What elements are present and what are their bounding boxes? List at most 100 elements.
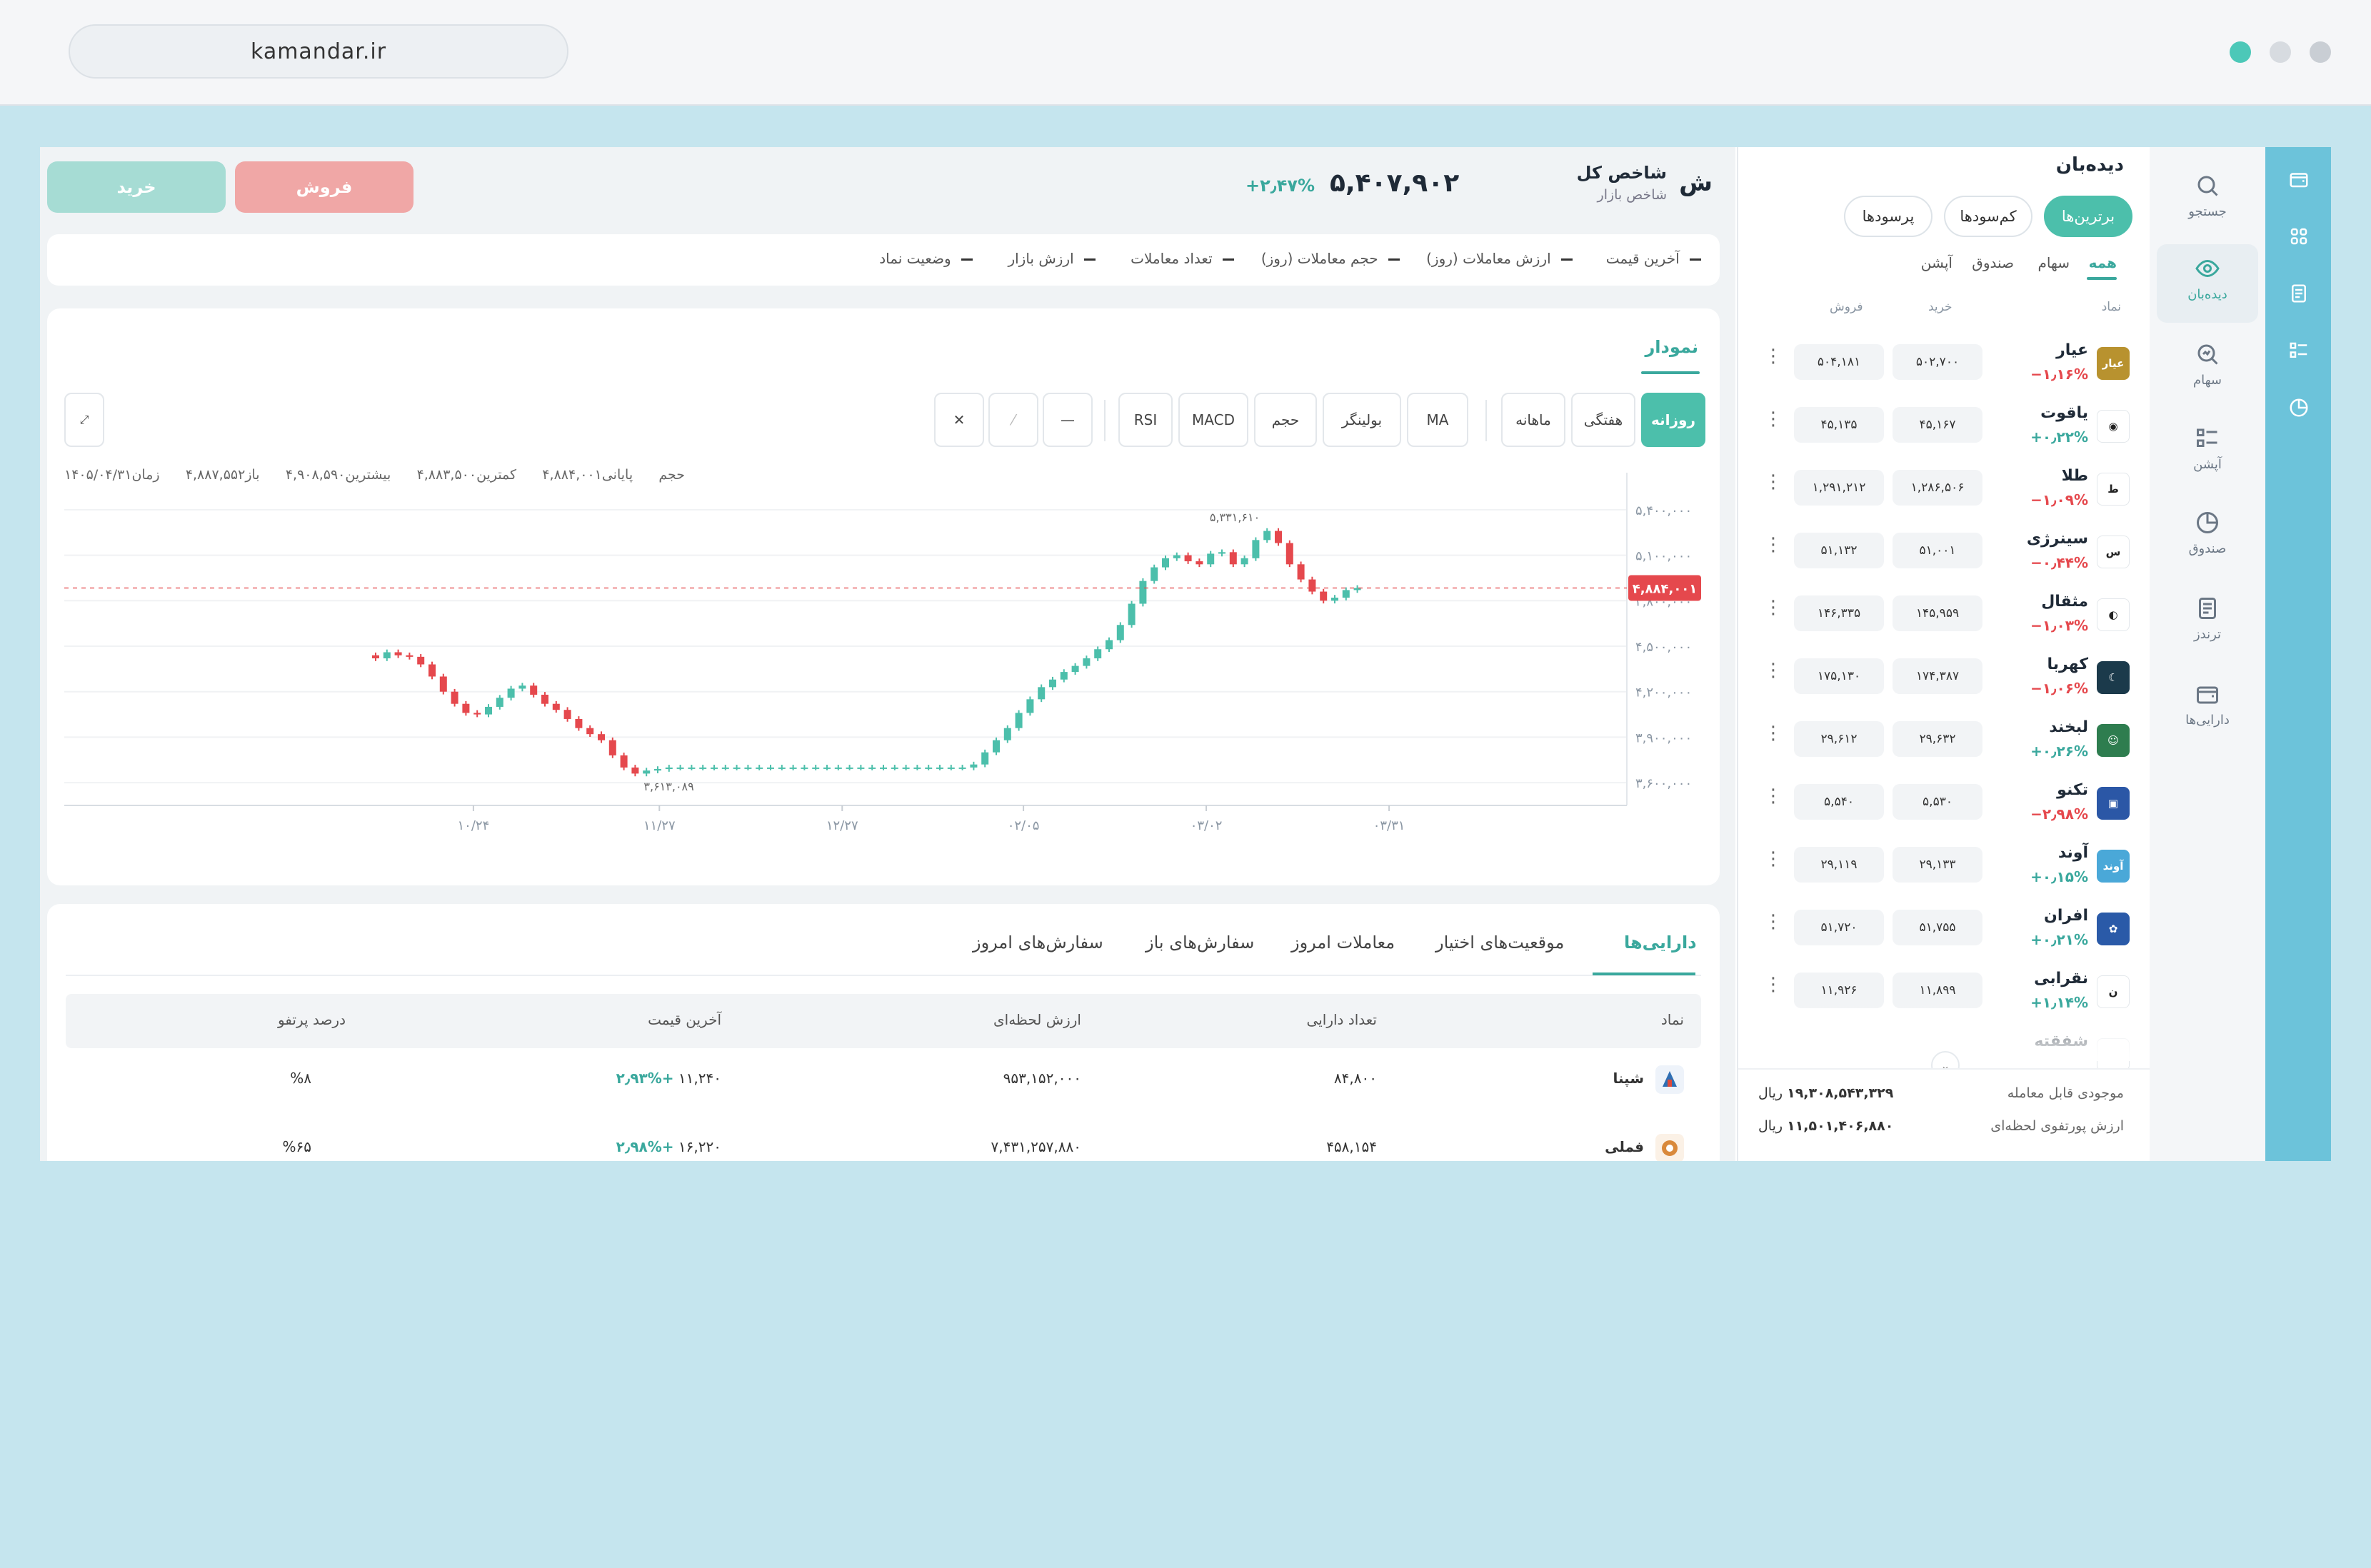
- symbol-subtitle: شاخص بازار: [1597, 187, 1667, 203]
- pill-top[interactable]: برترین‌ها: [2044, 196, 2132, 237]
- sell-price[interactable]: ۲۹,۶۱۲: [1794, 721, 1884, 757]
- more-vertical-icon[interactable]: ⋮: [1764, 661, 1783, 680]
- sell-price[interactable]: ۱۱,۹۲۶: [1794, 973, 1884, 1008]
- subtab-funds[interactable]: صندوق: [1972, 254, 2014, 271]
- grid-icon[interactable]: [2288, 226, 2310, 247]
- watchlist-row[interactable]: ✿ افران +۰٫۲۱% ۵۱,۷۵۵ ۵۱,۷۲۰ ⋮: [1738, 897, 2150, 960]
- window-dot-green[interactable]: [2230, 41, 2251, 63]
- sell-price[interactable]: ۲۹,۱۱۹: [1794, 847, 1884, 883]
- nav-label: سهام: [2192, 373, 2222, 388]
- document-icon: [2199, 598, 2216, 619]
- last-price-label: ۴,۸۸۴,۰۰۱: [1633, 581, 1698, 596]
- watch-change: +۰٫۱۵%: [2030, 868, 2088, 885]
- candle-body: [541, 694, 548, 704]
- tab-todays-trades[interactable]: معاملات امروز: [1291, 933, 1395, 953]
- pill-low-profit[interactable]: کم‌سودها: [1944, 196, 2032, 237]
- more-vertical-icon[interactable]: ⋮: [1764, 536, 1783, 554]
- nav-trends[interactable]: ترندز: [2157, 584, 2258, 663]
- checklist-icon[interactable]: [2288, 340, 2310, 361]
- tab-open-orders[interactable]: سفارش‌های باز: [1146, 933, 1254, 953]
- buy-price[interactable]: ۵۱,۰۰۱: [1893, 533, 1982, 568]
- buy-price[interactable]: ۲۹,۱۳۳: [1893, 847, 1982, 883]
- more-vertical-icon[interactable]: ⋮: [1764, 410, 1783, 428]
- subtab-stocks[interactable]: سهام: [2038, 254, 2070, 271]
- more-vertical-icon[interactable]: ⋮: [1764, 975, 1783, 994]
- watchlist-row[interactable]: آوند آوند +۰٫۱۵% ۲۹,۱۳۳ ۲۹,۱۱۹ ⋮: [1738, 834, 2150, 897]
- nav-search[interactable]: جستجو: [2157, 161, 2258, 240]
- sell-price[interactable]: ۵,۵۴۰: [1794, 784, 1884, 820]
- table-row[interactable]: فملی ۴۵۸,۱۵۴ ۷,۴۳۱,۲۵۷,۸۸۰ ۱۶,۲۲۰ +۲٫۹۸%…: [66, 1117, 1701, 1161]
- window-dot-gray[interactable]: [2270, 41, 2291, 63]
- candle-body: [1331, 598, 1338, 601]
- nav-options[interactable]: آپشن: [2157, 414, 2258, 493]
- sell-price[interactable]: ۱۷۵,۱۳۰: [1794, 658, 1884, 694]
- watch-symbol-name: آوند: [2057, 844, 2088, 862]
- buy-price[interactable]: ۵۱,۷۵۵: [1893, 910, 1982, 945]
- col-buy: خرید: [1928, 300, 1953, 314]
- tab-todays-orders[interactable]: سفارش‌های امروز: [973, 933, 1103, 953]
- candle-body: [1151, 567, 1158, 581]
- watchlist-row[interactable]: ☾ کهربا −۱٫۰۶% ۱۷۴,۳۸۷ ۱۷۵,۱۳۰ ⋮: [1738, 645, 2150, 708]
- tab-option-positions[interactable]: موقعیت‌های اختیار: [1435, 933, 1564, 953]
- y-tick-label: ۳,۶۰۰,۰۰۰: [1635, 776, 1692, 791]
- row-last-price: ۱۱,۲۴۰ +۲٫۹۳%: [616, 1070, 721, 1087]
- row-value: ۷,۴۳۱,۲۵۷,۸۸۰: [991, 1138, 1082, 1155]
- subtab-options[interactable]: آپشن: [1921, 254, 1953, 271]
- buy-price[interactable]: ۱,۲۸۶,۵۰۶: [1893, 470, 1982, 506]
- watch-symbol-name: مثقال: [2041, 593, 2088, 610]
- watch-symbol-name: عیار: [2056, 341, 2088, 359]
- buy-price[interactable]: ۱۴۵,۹۵۹: [1893, 595, 1982, 631]
- sell-price[interactable]: ۵۱,۱۳۲: [1794, 533, 1884, 568]
- buy-button[interactable]: خرید: [47, 161, 226, 213]
- watchlist-row[interactable]: ◉ یاقوت +۰٫۲۲% ۴۵,۱۶۷ ۴۵,۱۳۵ ⋮: [1738, 394, 2150, 457]
- sell-price[interactable]: ۱,۲۹۱,۲۱۲: [1794, 470, 1884, 506]
- watchlist-row[interactable]: س سینرژی −۰٫۴۴% ۵۱,۰۰۱ ۵۱,۱۳۲ ⋮: [1738, 520, 2150, 583]
- sell-price[interactable]: ۵۰۴,۱۸۱: [1794, 344, 1884, 380]
- url-bar[interactable]: kamandar.ir: [69, 24, 568, 79]
- wallet-icon[interactable]: [2288, 169, 2310, 190]
- buy-price[interactable]: ۵,۵۳۰: [1893, 784, 1982, 820]
- table-row[interactable]: شپنا ۸۴,۸۰۰ ۹۵۳,۱۵۲,۰۰۰ ۱۱,۲۴۰ +۲٫۹۳% %۸: [66, 1048, 1701, 1117]
- candle-body: [1184, 555, 1192, 562]
- stat-value: [1223, 258, 1234, 261]
- buy-price[interactable]: ۱۱,۸۹۹: [1893, 973, 1982, 1008]
- nav-watchlist[interactable]: دیده‌بان: [2157, 244, 2258, 323]
- candlestick-chart[interactable]: ۳,۶۰۰,۰۰۰۳,۹۰۰,۰۰۰۴,۲۰۰,۰۰۰۴,۵۰۰,۰۰۰۴,۸۰…: [47, 308, 1720, 885]
- buy-price[interactable]: ۵۰۲,۷۰۰: [1893, 344, 1982, 380]
- pie-icon[interactable]: [2288, 397, 2310, 418]
- sell-button[interactable]: فروش: [235, 161, 413, 213]
- stat-label: آخرین قیمت: [1605, 250, 1680, 267]
- window-dot-gray-2[interactable]: [2310, 41, 2331, 63]
- tab-assets[interactable]: دارایی‌ها: [1624, 933, 1697, 953]
- watchlist-row[interactable]: عیار عیار −۱٫۱۶% ۵۰۲,۷۰۰ ۵۰۴,۱۸۱ ⋮: [1738, 331, 2150, 394]
- pill-high-profit[interactable]: پرسودها: [1844, 196, 1933, 237]
- sell-price[interactable]: ۱۴۶,۳۳۵: [1794, 595, 1884, 631]
- buy-price[interactable]: ۱۷۴,۳۸۷: [1893, 658, 1982, 694]
- more-vertical-icon[interactable]: ⋮: [1764, 473, 1783, 491]
- sell-price[interactable]: ۴۵,۱۳۵: [1794, 407, 1884, 443]
- sell-price[interactable]: ۵۱,۷۲۰: [1794, 910, 1884, 945]
- watchlist-row[interactable]: ط طلا −۱٫۰۹% ۱,۲۸۶,۵۰۶ ۱,۲۹۱,۲۱۲ ⋮: [1738, 457, 2150, 520]
- nav-label: دارایی‌ها: [2185, 713, 2230, 728]
- more-vertical-icon[interactable]: ⋮: [1764, 787, 1783, 805]
- th-symbol: نماد: [1660, 1011, 1684, 1028]
- nav-assets[interactable]: دارایی‌ها: [2157, 670, 2258, 748]
- watchlist-row[interactable]: ☺ لبخند +۰٫۲۶% ۲۹,۶۳۲ ۲۹,۶۱۲ ⋮: [1738, 708, 2150, 771]
- buy-price[interactable]: ۴۵,۱۶۷: [1893, 407, 1982, 443]
- subtab-all[interactable]: همه: [2089, 254, 2117, 271]
- stat-trade-value: ارزش معاملات (روز): [1426, 250, 1573, 267]
- document-icon[interactable]: [2288, 283, 2310, 304]
- more-vertical-icon[interactable]: ⋮: [1764, 347, 1783, 366]
- balance-value: ۱۹,۳۰۸,۵۴۳,۳۲۹ ریال: [1758, 1085, 1893, 1101]
- watchlist-row[interactable]: ◐ مثقال −۱٫۰۳% ۱۴۵,۹۵۹ ۱۴۶,۳۳۵ ⋮: [1738, 583, 2150, 645]
- more-vertical-icon[interactable]: ⋮: [1764, 850, 1783, 868]
- more-vertical-icon[interactable]: ⋮: [1764, 913, 1783, 931]
- candle-body: [620, 755, 628, 768]
- buy-price[interactable]: ۲۹,۶۳۲: [1893, 721, 1982, 757]
- more-vertical-icon[interactable]: ⋮: [1764, 724, 1783, 743]
- th-qty: تعداد دارایی: [1306, 1011, 1377, 1028]
- more-vertical-icon[interactable]: ⋮: [1764, 598, 1783, 617]
- nav-stocks[interactable]: سهام: [2157, 330, 2258, 408]
- watchlist-row[interactable]: ▣ تکنو −۲٫۹۸% ۵,۵۳۰ ۵,۵۴۰ ⋮: [1738, 771, 2150, 834]
- nav-funds[interactable]: صندوق: [2157, 498, 2258, 577]
